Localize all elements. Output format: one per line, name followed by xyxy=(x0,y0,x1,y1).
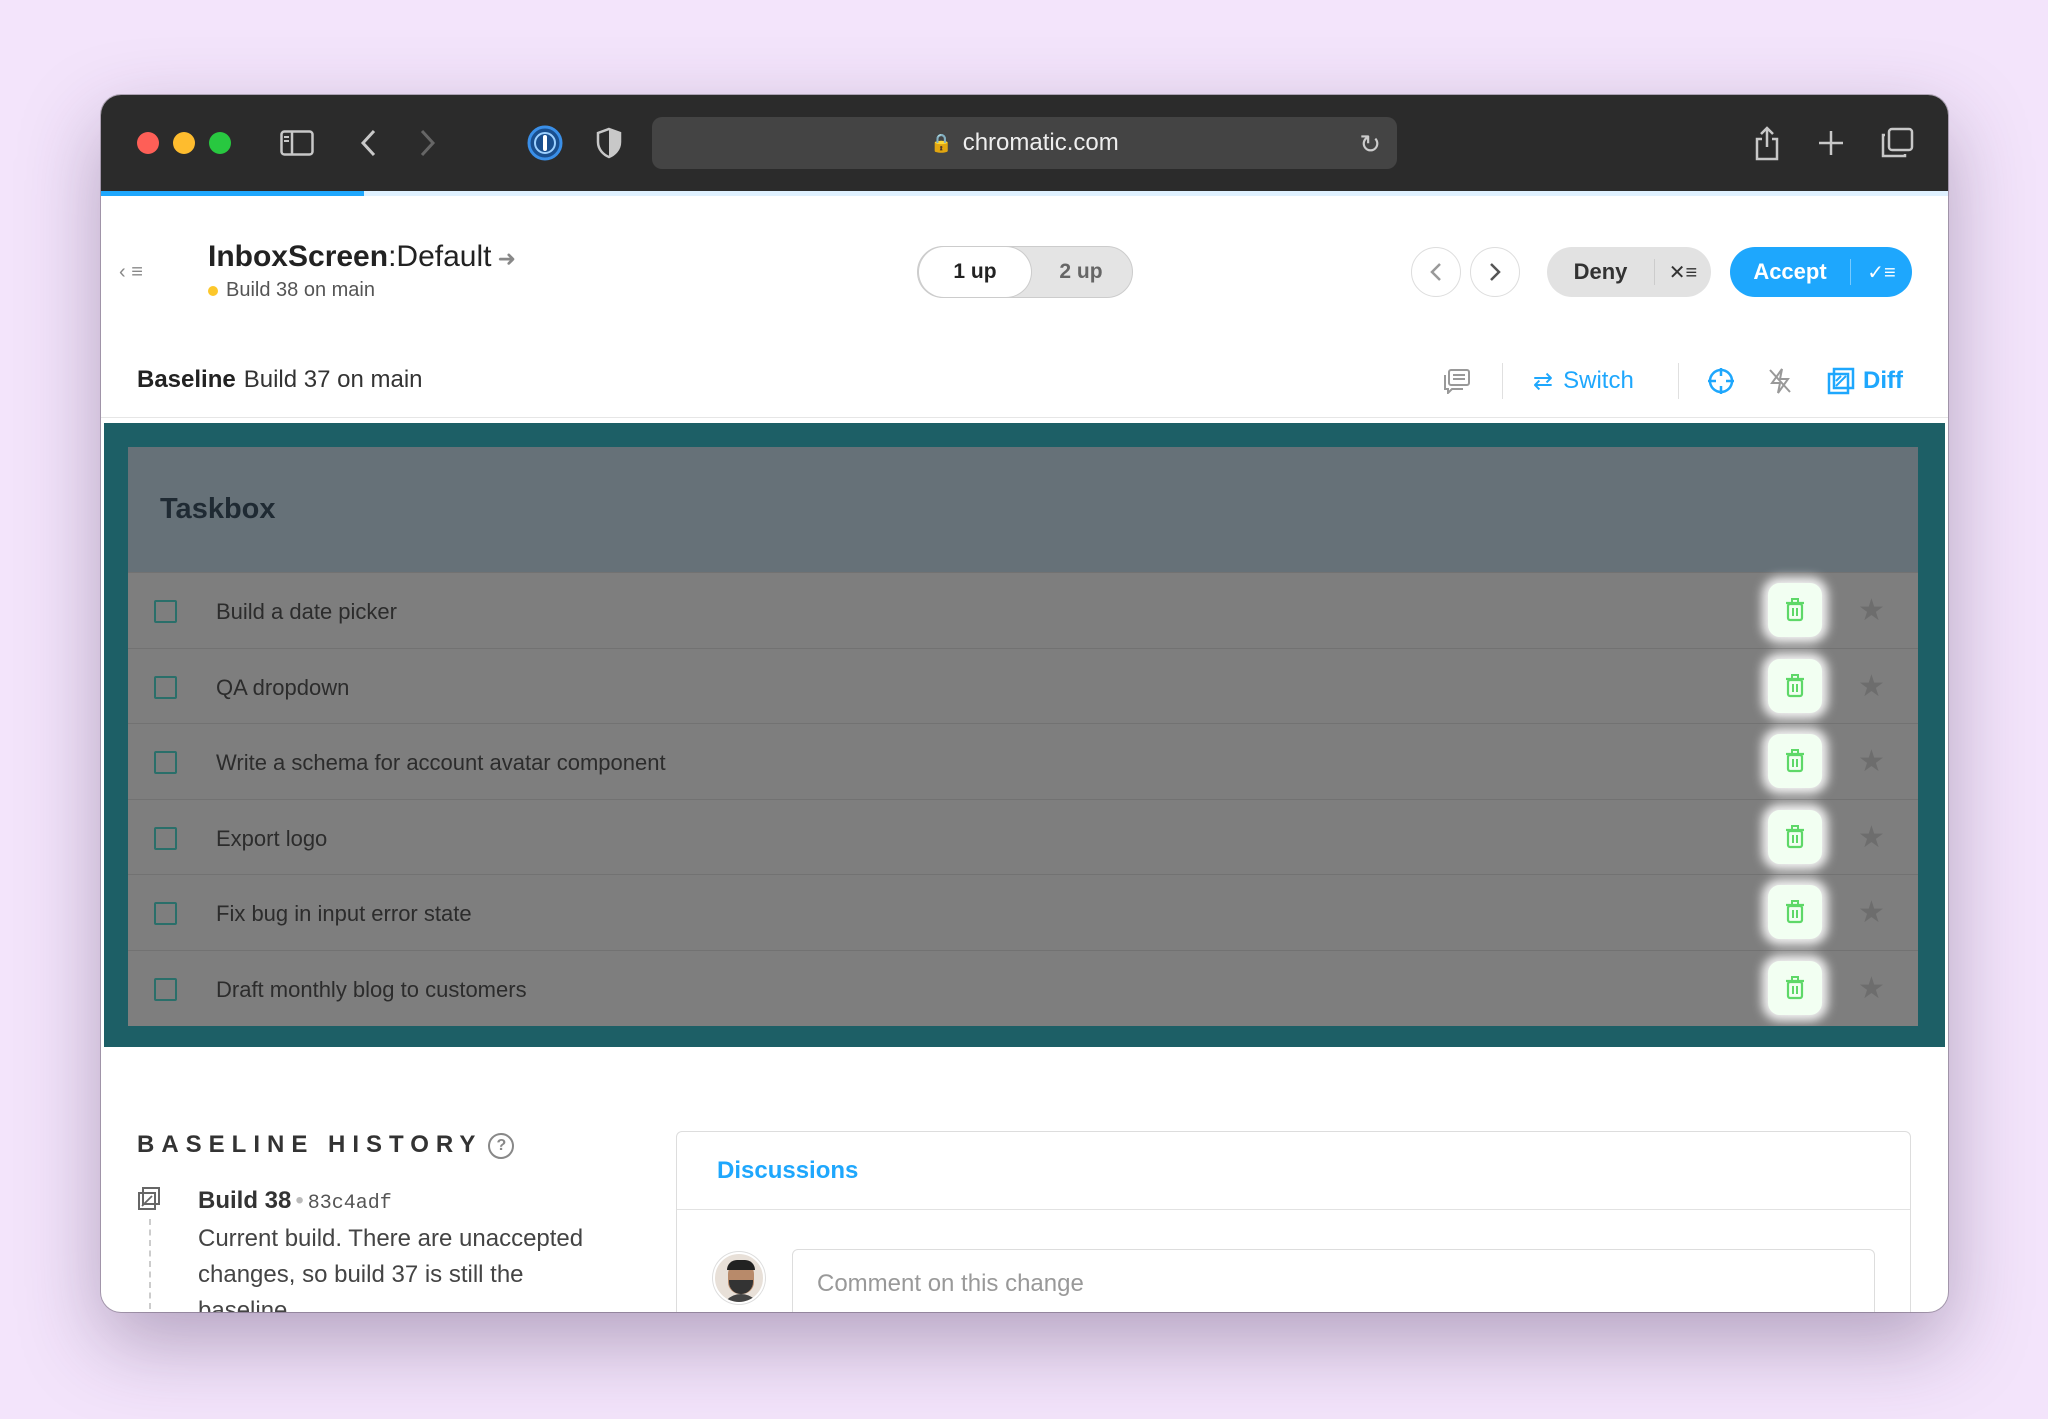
address-bar[interactable]: 🔒 chromatic.com ↻ xyxy=(652,117,1397,169)
task-title: Export logo xyxy=(216,825,328,851)
deny-button[interactable]: Deny xyxy=(1547,259,1655,285)
accept-button[interactable]: Accept xyxy=(1730,259,1851,285)
strobe-off-icon[interactable] xyxy=(1767,363,1793,399)
diff-toggle-button[interactable]: Diff xyxy=(1827,363,1903,399)
switch-icon: ⇄ xyxy=(1533,367,1554,395)
build-diff-icon xyxy=(137,1187,161,1211)
avatar xyxy=(713,1252,765,1304)
view-mode-toggle: 1 up 2 up xyxy=(917,246,1133,298)
batch-deny-icon[interactable]: ✕≡ xyxy=(1655,260,1711,285)
baseline-label: Baseline Build 37 on main xyxy=(137,366,423,393)
comments-icon[interactable] xyxy=(1443,363,1471,399)
task-item: Fix bug in input error state ★ xyxy=(128,874,1918,950)
crosshair-icon[interactable] xyxy=(1707,363,1735,399)
task-item: Export logo ★ xyxy=(128,798,1918,875)
browser-toolbar: 🔒 chromatic.com ↻ xyxy=(101,95,1948,191)
view-mode-1up[interactable]: 1 up xyxy=(919,247,1031,297)
build-status-dot xyxy=(208,285,218,296)
task-checkbox[interactable] xyxy=(154,826,177,850)
history-build-entry[interactable]: Build 38 • 83c4adf xyxy=(198,1187,392,1215)
task-checkbox[interactable] xyxy=(154,600,177,623)
task-item: QA dropdown ★ xyxy=(128,647,1918,724)
story-name: Default xyxy=(396,240,492,273)
share-icon[interactable] xyxy=(1747,123,1787,163)
trash-icon[interactable] xyxy=(1768,960,1822,1015)
snapshot-canvas[interactable]: Taskbox Build a date picker ★ QA dropdown ★… xyxy=(104,423,1945,1047)
switch-button[interactable]: ⇄ Switch xyxy=(1533,363,1634,399)
component-name: InboxScreen xyxy=(208,240,389,273)
password-manager-icon[interactable] xyxy=(525,123,565,163)
taskbox-component: Taskbox Build a date picker ★ QA dropdown ★… xyxy=(128,447,1918,1026)
star-icon[interactable]: ★ xyxy=(1858,895,1885,930)
history-description: Current build. There are unaccepted chan… xyxy=(198,1225,584,1312)
star-icon[interactable]: ★ xyxy=(1858,593,1885,628)
task-title: Write a schema for account avatar compon… xyxy=(216,750,666,776)
baseline-history-heading: BASELINE HISTORY? xyxy=(137,1131,515,1159)
task-list: Build a date picker ★ QA dropdown ★ Write a … xyxy=(128,572,1918,1026)
star-icon[interactable]: ★ xyxy=(1858,971,1885,1006)
star-icon[interactable]: ★ xyxy=(1858,820,1885,855)
back-icon[interactable] xyxy=(353,123,383,163)
accept-button-group: Accept ✓≡ xyxy=(1730,247,1912,297)
lock-icon: 🔒 xyxy=(930,132,953,153)
comment-input[interactable]: Comment on this change xyxy=(792,1249,1875,1312)
diff-icon xyxy=(1827,367,1855,395)
star-icon[interactable]: ★ xyxy=(1858,669,1885,704)
task-item: Draft monthly blog to customers ★ xyxy=(128,949,1918,1026)
close-window-button[interactable] xyxy=(137,132,159,154)
trash-icon[interactable] xyxy=(1768,734,1822,789)
sidebar-toggle-icon[interactable] xyxy=(277,123,317,163)
task-title: QA dropdown xyxy=(216,674,350,700)
maximize-window-button[interactable] xyxy=(209,132,231,154)
browser-window: 🔒 chromatic.com ↻ ‹ ≡ InboxScreen:Defaul… xyxy=(101,95,1948,1312)
commit-hash: 83c4adf xyxy=(307,1192,392,1215)
discussions-tab[interactable]: Discussions xyxy=(677,1132,1910,1210)
task-title: Fix bug in input error state xyxy=(216,901,472,927)
view-mode-2up[interactable]: 2 up xyxy=(1031,247,1131,297)
task-checkbox[interactable] xyxy=(154,751,177,775)
trash-icon[interactable] xyxy=(1768,885,1822,940)
story-link-icon[interactable]: ➜ xyxy=(497,246,515,271)
trash-icon[interactable] xyxy=(1768,583,1822,637)
trash-icon[interactable] xyxy=(1768,809,1822,864)
task-checkbox[interactable] xyxy=(154,902,177,926)
task-checkbox[interactable] xyxy=(154,977,177,1001)
task-item: Write a schema for account avatar compon… xyxy=(128,723,1918,799)
forward-icon[interactable] xyxy=(413,123,443,163)
task-checkbox[interactable] xyxy=(154,675,177,699)
build-info: Build 38 on main xyxy=(208,279,375,302)
batch-accept-icon[interactable]: ✓≡ xyxy=(1851,260,1912,285)
story-title: InboxScreen:Default ➜ xyxy=(208,240,516,273)
shield-icon[interactable] xyxy=(589,123,629,163)
tab-overview-icon[interactable] xyxy=(1877,123,1917,163)
reload-icon[interactable]: ↻ xyxy=(1359,129,1381,160)
task-title: Build a date picker xyxy=(216,599,397,624)
next-change-button[interactable] xyxy=(1470,247,1520,297)
help-icon[interactable]: ? xyxy=(488,1133,515,1159)
previous-change-button[interactable] xyxy=(1411,247,1461,297)
baseline-build: Build 37 on main xyxy=(243,366,423,393)
minimize-window-button[interactable] xyxy=(173,132,195,154)
back-to-list-button[interactable]: ‹ ≡ xyxy=(119,261,143,284)
new-tab-icon[interactable] xyxy=(1811,123,1851,163)
task-title: Draft monthly blog to customers xyxy=(216,976,527,1002)
task-item: Build a date picker ★ xyxy=(128,572,1918,648)
discussions-panel: Discussions Comment on this change xyxy=(676,1131,1911,1312)
star-icon[interactable]: ★ xyxy=(1858,744,1885,779)
taskbox-title: Taskbox xyxy=(128,447,1918,572)
trash-icon[interactable] xyxy=(1768,658,1822,713)
deny-button-group: Deny ✕≡ xyxy=(1547,247,1711,297)
url-text: chromatic.com xyxy=(962,129,1119,156)
page-load-progress xyxy=(101,191,364,196)
